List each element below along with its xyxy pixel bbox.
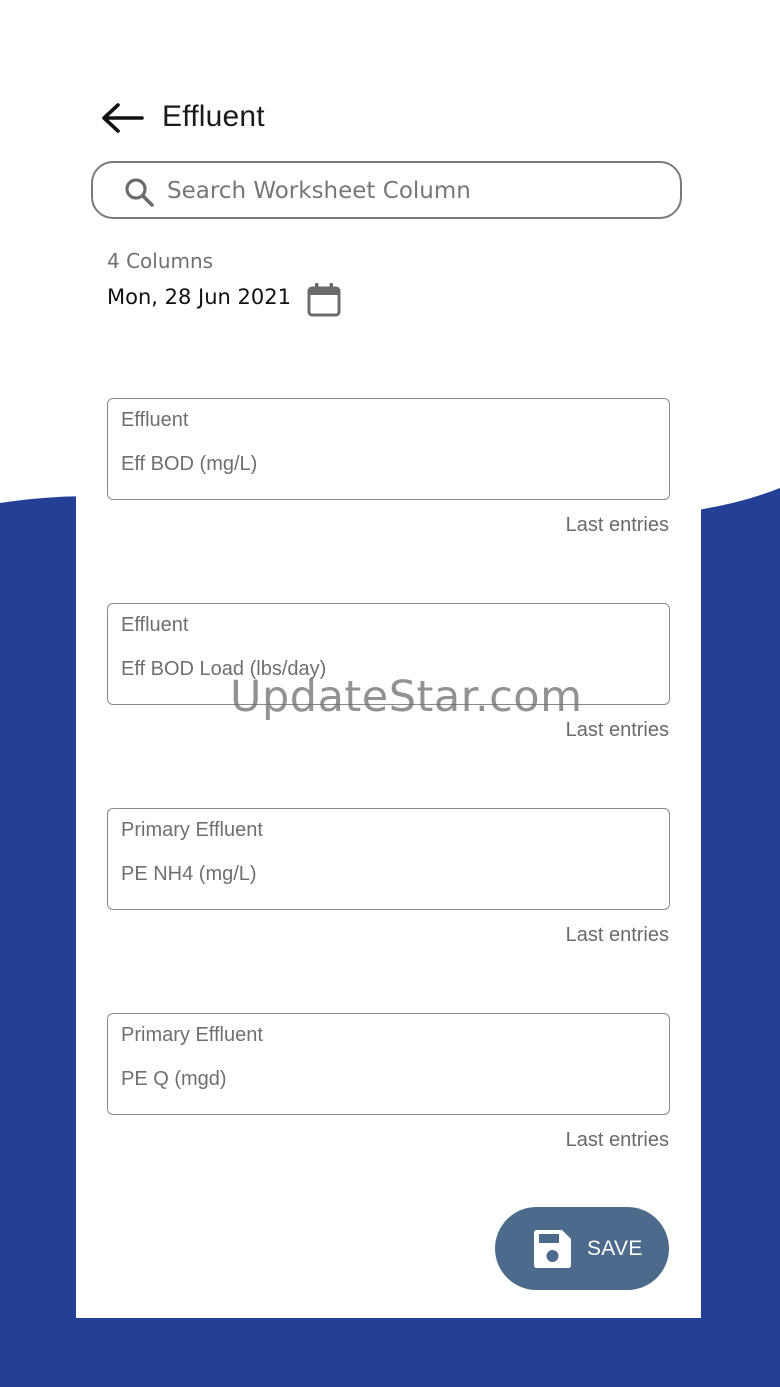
worksheet-column-field[interactable]: Effluent Eff BOD Load (lbs/day) [107,603,670,705]
field-column-name: PE NH4 (mg/L) [121,863,257,885]
search-bar[interactable] [91,161,682,219]
floppy-disk-icon [534,1230,571,1268]
selected-date: Mon, 28 Jun 2021 [107,285,291,309]
calendar-icon [307,283,341,317]
worksheet-column-field[interactable]: Primary Effluent PE NH4 (mg/L) [107,808,670,910]
search-icon [125,178,154,207]
last-entries-link[interactable]: Last entries [566,514,669,537]
field-group-label: Effluent [121,409,189,431]
worksheet-column-field[interactable]: Primary Effluent PE Q (mgd) [107,1013,670,1115]
back-button[interactable] [100,98,144,138]
last-entries-link[interactable]: Last entries [566,1129,669,1152]
save-label: SAVE [587,1237,643,1260]
last-entries-link[interactable]: Last entries [566,719,669,742]
field-group-label: Effluent [121,614,189,636]
field-group-label: Primary Effluent [121,1024,263,1046]
worksheet-column-field[interactable]: Effluent Eff BOD (mg/L) [107,398,670,500]
field-column-name: Eff BOD (mg/L) [121,453,258,475]
column-count: 4 Columns [107,249,214,273]
search-input[interactable] [165,171,669,211]
last-entries-link[interactable]: Last entries [566,924,669,947]
field-column-name: PE Q (mgd) [121,1068,227,1090]
save-button[interactable]: SAVE [495,1207,669,1290]
field-column-name: Eff BOD Load (lbs/day) [121,658,327,680]
arrow-left-icon [102,103,144,133]
page-title: Effluent [162,100,265,133]
worksheet-card: Effluent 4 Columns Mon, 28 Jun 2021 Effl… [76,72,701,1318]
calendar-button[interactable] [306,282,342,318]
field-group-label: Primary Effluent [121,819,263,841]
